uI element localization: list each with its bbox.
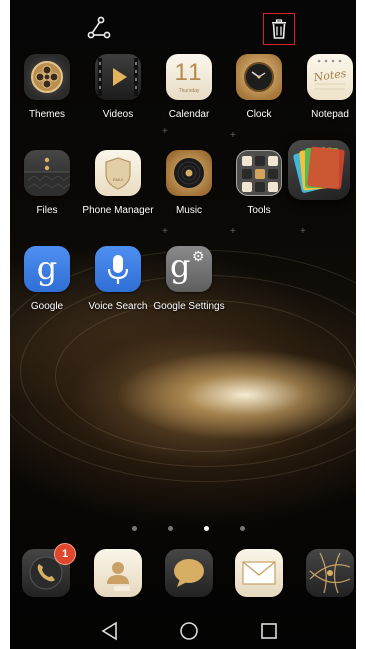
sparkle: +	[230, 226, 236, 237]
page-dot[interactable]	[132, 526, 137, 531]
app-label: Clock	[246, 109, 272, 120]
app-label: Calendar	[168, 109, 210, 120]
app-label: Google Settings	[153, 301, 225, 312]
dragged-app-icon	[288, 140, 350, 200]
tools-folder-icon	[236, 150, 282, 196]
notification-badge: 1	[54, 543, 76, 565]
app-label: Google	[30, 301, 64, 312]
videos-icon	[95, 54, 141, 100]
calendar-icon: 11 Thursday	[166, 54, 212, 100]
notepad-icon: Notes	[307, 54, 353, 100]
calendar-day-text: Thursday	[178, 88, 200, 94]
themes-icon	[24, 54, 70, 100]
app-label: Notepad	[311, 109, 349, 120]
app-label: Tools	[247, 205, 271, 216]
app-label: Videos	[102, 109, 134, 120]
music-icon	[166, 150, 212, 196]
app-music[interactable]: Music	[153, 150, 225, 216]
app-calendar[interactable]: 11 Thursday Calendar	[153, 54, 225, 120]
app-files[interactable]: Files	[11, 150, 83, 216]
calendar-date-number: 11	[174, 59, 204, 86]
google-g-glyph: g	[36, 249, 58, 287]
wallpaper-ring	[55, 300, 356, 452]
app-clock[interactable]: Clock	[223, 54, 295, 120]
sparkle: +	[230, 130, 236, 141]
voice-search-icon	[95, 246, 141, 292]
files-icon	[24, 150, 70, 196]
contacts-icon	[94, 549, 142, 597]
share-nodes-icon[interactable]	[87, 16, 111, 40]
delete-drop-target[interactable]	[263, 13, 295, 45]
dragged-app[interactable]	[286, 140, 352, 200]
app-label: Files	[36, 205, 58, 216]
dock-phone[interactable]: 1	[10, 543, 82, 597]
dock-contacts[interactable]	[82, 549, 154, 597]
back-triangle-icon[interactable]	[98, 620, 122, 642]
trash-icon	[272, 19, 286, 39]
app-phone-manager[interactable]: EMUI Phone Manager	[82, 150, 154, 216]
clock-icon	[236, 54, 282, 100]
sparkle: +	[300, 226, 306, 237]
google-icon: g	[24, 246, 70, 292]
browser-icon	[306, 549, 354, 597]
app-label: Themes	[28, 109, 66, 120]
app-voice-search[interactable]: Voice Search	[82, 246, 154, 312]
folder-tools[interactable]: Tools	[223, 150, 295, 216]
page-dot-active[interactable]	[204, 526, 209, 531]
google-settings-icon: g ⚙	[166, 246, 212, 292]
dock-messaging[interactable]	[153, 549, 225, 597]
sparkle: +	[162, 226, 168, 237]
home-screen: + + + + + Themes Videos 11 Thursday Cale…	[10, 0, 356, 649]
navigation-bar	[10, 614, 356, 649]
app-google-settings[interactable]: g ⚙ Google Settings	[153, 246, 225, 312]
phone-manager-icon: EMUI	[95, 150, 141, 196]
page-dot[interactable]	[240, 526, 245, 531]
app-notepad[interactable]: Notes Notepad	[294, 54, 356, 120]
app-label: Music	[175, 205, 203, 216]
email-icon	[235, 549, 283, 597]
dock-browser[interactable]	[294, 549, 356, 597]
phone-manager-icon-text: EMUI	[113, 177, 123, 182]
app-google[interactable]: g Google	[11, 246, 83, 312]
messaging-icon	[165, 549, 213, 597]
app-label: Voice Search	[88, 301, 148, 312]
app-label: Phone Manager	[82, 205, 154, 216]
gear-icon: ⚙	[192, 248, 205, 264]
dock-email[interactable]	[223, 549, 295, 597]
recents-square-icon[interactable]	[257, 620, 281, 642]
app-videos[interactable]: Videos	[82, 54, 154, 120]
home-circle-icon[interactable]	[177, 620, 201, 642]
page-indicator	[10, 526, 356, 532]
sparkle: +	[162, 126, 168, 137]
app-themes[interactable]: Themes	[11, 54, 83, 120]
page-dot[interactable]	[168, 526, 173, 531]
google-settings-g-glyph: g	[170, 247, 191, 285]
